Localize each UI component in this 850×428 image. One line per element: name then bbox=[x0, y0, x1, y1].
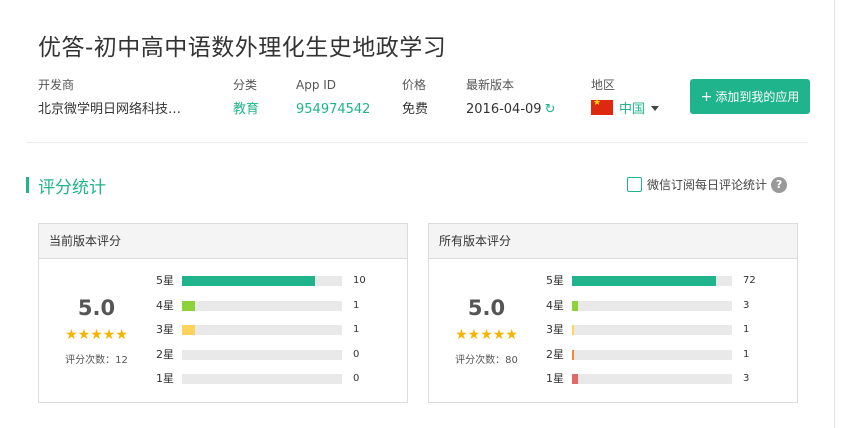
rating-bar-track bbox=[182, 325, 342, 335]
panel-header: 所有版本评分 bbox=[429, 224, 797, 259]
rating-count: 评分次数：80 bbox=[455, 355, 518, 366]
section-title: 评分统计 bbox=[38, 178, 106, 198]
star-rating: ★★★★★ bbox=[65, 327, 128, 343]
china-flag-icon: ★ bbox=[591, 99, 613, 115]
version-date: 2016-04-09 bbox=[466, 102, 542, 117]
rating-row-label: 3星 bbox=[546, 323, 564, 336]
add-button-label: 添加到我的应用 bbox=[715, 90, 800, 104]
add-to-my-apps-button[interactable]: + 添加到我的应用 bbox=[690, 79, 810, 114]
rating-row-count: 1 bbox=[353, 324, 360, 335]
rating-row-count: 10 bbox=[353, 275, 366, 286]
region-label: 地区 bbox=[591, 78, 616, 92]
region-value: 中国 bbox=[619, 102, 646, 117]
rating-bar-fill bbox=[572, 350, 574, 360]
rating-row: 5星 72 bbox=[542, 274, 782, 288]
rating-bar-track bbox=[572, 350, 732, 360]
rating-bar-track bbox=[572, 325, 732, 335]
panel-header: 当前版本评分 bbox=[39, 224, 407, 259]
current-version-rating-panel: 当前版本评分 5.0 ★★★★★ 评分次数：12 5星 10 4星 1 3星 1 2星 0 1星… bbox=[38, 223, 408, 403]
rating-row: 3星 1 bbox=[152, 323, 392, 337]
rating-row: 1星 0 bbox=[152, 372, 392, 386]
rating-row: 5星 10 bbox=[152, 274, 392, 288]
rating-row-label: 5星 bbox=[156, 274, 174, 287]
rating-row-label: 2星 bbox=[156, 348, 174, 361]
rating-row-count: 72 bbox=[743, 275, 756, 286]
wechat-subscribe-label: 微信订阅每日评论统计 bbox=[647, 178, 768, 192]
app-title: 优答-初中高中语数外理化生史地政学习 bbox=[38, 35, 447, 61]
rating-row: 3星 1 bbox=[542, 323, 782, 337]
developer-value: 北京微学明日网络科技… bbox=[38, 102, 182, 117]
price-column: 价格 免费 bbox=[402, 77, 428, 121]
refresh-icon[interactable]: ↻ bbox=[545, 102, 556, 117]
rating-row-label: 3星 bbox=[156, 323, 174, 336]
wechat-subscribe-option[interactable]: 微信订阅每日评论统计 ? bbox=[627, 176, 788, 193]
appid-label: App ID bbox=[296, 78, 337, 92]
rating-bar-fill bbox=[182, 276, 315, 286]
rating-bar-fill bbox=[572, 374, 579, 384]
rating-bar-track bbox=[182, 374, 342, 384]
rating-row-count: 3 bbox=[743, 373, 750, 384]
star-rating: ★★★★★ bbox=[455, 327, 518, 343]
region-selector[interactable]: ★ 中国 bbox=[591, 99, 660, 121]
rating-bar-fill bbox=[182, 325, 195, 335]
appid-column: App ID 954974542 bbox=[296, 77, 370, 121]
rating-row: 2星 0 bbox=[152, 348, 392, 362]
rating-bar-fill bbox=[182, 301, 195, 311]
rating-bar-track bbox=[572, 301, 732, 311]
version-label: 最新版本 bbox=[466, 78, 515, 92]
rating-row-count: 1 bbox=[743, 324, 750, 335]
rating-bar-track bbox=[182, 301, 342, 311]
rating-row-label: 1星 bbox=[156, 372, 174, 385]
rating-count: 评分次数：12 bbox=[65, 355, 128, 366]
category-link[interactable]: 教育 bbox=[233, 99, 259, 121]
rating-bar-fill bbox=[572, 276, 716, 286]
question-circle-icon[interactable]: ? bbox=[771, 176, 788, 193]
version-value-row: 2016-04-09 ↻ bbox=[466, 99, 555, 121]
rating-row-count: 1 bbox=[353, 300, 360, 311]
rating-row-label: 2星 bbox=[546, 348, 564, 361]
rating-row-label: 4星 bbox=[546, 299, 564, 312]
all-versions-rating-panel: 所有版本评分 5.0 ★★★★★ 评分次数：80 5星 72 4星 3 3星 1 2星 1 1星… bbox=[428, 223, 798, 403]
rating-row-count: 0 bbox=[353, 349, 360, 360]
developer-column: 开发商 北京微学明日网络科技… bbox=[38, 77, 181, 121]
rating-bar-track bbox=[182, 350, 342, 360]
wechat-subscribe-checkbox[interactable] bbox=[627, 177, 642, 192]
section-accent-bar bbox=[26, 177, 29, 193]
rating-row-count: 1 bbox=[743, 349, 750, 360]
app-detail-page: 优答-初中高中语数外理化生史地政学习 开发商 北京微学明日网络科技… 分类 教育… bbox=[0, 0, 835, 428]
rating-row-count: 0 bbox=[353, 373, 360, 384]
rating-score: 5.0 bbox=[77, 296, 116, 320]
price-label: 价格 bbox=[402, 78, 427, 92]
category-column: 分类 教育 bbox=[233, 77, 259, 121]
rating-row-label: 1星 bbox=[546, 372, 564, 385]
caret-down-icon bbox=[651, 106, 660, 111]
rating-row-count: 3 bbox=[743, 300, 750, 311]
rating-row: 2星 1 bbox=[542, 348, 782, 362]
rating-bar-track bbox=[572, 276, 732, 286]
rating-bar-track bbox=[572, 374, 732, 384]
rating-bar-fill bbox=[572, 301, 579, 311]
rating-row: 4星 3 bbox=[542, 299, 782, 313]
category-label: 分类 bbox=[233, 78, 258, 92]
version-column: 最新版本 2016-04-09 ↻ bbox=[466, 77, 555, 121]
rating-score: 5.0 bbox=[467, 296, 506, 320]
divider bbox=[27, 142, 808, 143]
rating-bar-track bbox=[182, 276, 342, 286]
rating-bar-fill bbox=[572, 325, 574, 335]
rating-row: 1星 3 bbox=[542, 372, 782, 386]
developer-label: 开发商 bbox=[38, 78, 75, 92]
rating-row: 4星 1 bbox=[152, 299, 392, 313]
rating-row-label: 4星 bbox=[156, 299, 174, 312]
appid-link[interactable]: 954974542 bbox=[296, 99, 370, 121]
plus-icon: + bbox=[700, 88, 713, 105]
region-column: 地区 ★ 中国 bbox=[591, 77, 660, 121]
rating-row-label: 5星 bbox=[546, 274, 564, 287]
price-value: 免费 bbox=[402, 102, 429, 117]
